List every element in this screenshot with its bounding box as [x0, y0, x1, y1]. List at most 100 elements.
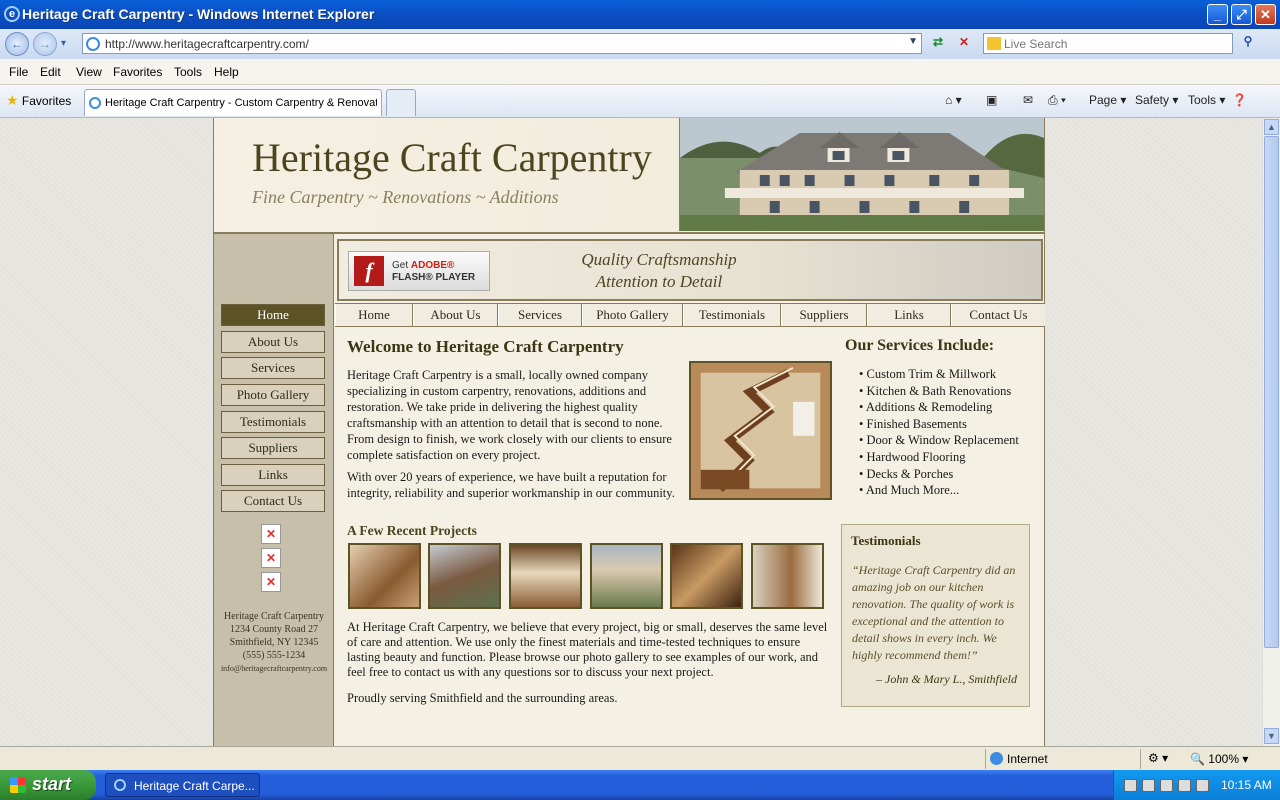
project-thumbnail[interactable] [670, 543, 743, 609]
read-mail-icon[interactable]: ✉ [1023, 93, 1033, 107]
window-title: Heritage Craft Carpentry - Windows Inter… [22, 6, 375, 22]
status-bar: Internet ⚙ ▾ 🔍 100% ▾ [0, 746, 1280, 770]
sidenav-suppliers[interactable]: Suppliers [221, 437, 325, 459]
home-icon[interactable]: ⌂ ▾ [945, 93, 962, 107]
close-button[interactable]: ✕ [1255, 4, 1276, 25]
refresh-icon[interactable]: ⇄ [928, 35, 948, 53]
print-icon[interactable]: ⎙ ▾ [1048, 93, 1066, 108]
list-item: • Door & Window Replacement [859, 433, 1019, 448]
menu-file[interactable]: File [9, 65, 28, 79]
project-thumbnail[interactable] [348, 543, 421, 609]
scroll-up-icon[interactable]: ▲ [1264, 119, 1279, 135]
project-thumbnail[interactable] [509, 543, 582, 609]
topnav-photo-gallery[interactable]: Photo Gallery [582, 304, 683, 326]
topnav-home[interactable]: Home [335, 304, 413, 326]
menu-help[interactable]: Help [214, 65, 239, 79]
testimonial-quote: “Heritage Craft Carpentry did an amazing… [852, 563, 1016, 662]
search-icon[interactable]: ⚲ [1238, 34, 1258, 54]
scrollbar-thumb[interactable] [1264, 136, 1279, 648]
site-tagline: Fine Carpentry ~ Renovations ~ Additions [252, 187, 559, 207]
site-title: Heritage Craft Carpentry [252, 135, 652, 180]
sidebar-address: Heritage Craft Carpentry 1234 County Roa… [214, 610, 334, 675]
safety-menu[interactable]: Safety ▾ [1135, 93, 1178, 107]
body-paragraph-4: Proudly serving Smithfield and the surro… [347, 691, 618, 705]
sidenav-services[interactable]: Services [221, 357, 325, 379]
sidenav-about-us[interactable]: About Us [221, 331, 325, 353]
testimonials-box: Testimonials “Heritage Craft Carpentry d… [841, 524, 1030, 707]
topnav-links[interactable]: Links [867, 304, 951, 326]
favorites-label: Favorites [21, 94, 72, 108]
taskbar-item-ie[interactable]: Heritage Craft Carpe... [105, 773, 260, 797]
search-input[interactable] [1004, 36, 1229, 51]
menu-favorites[interactable]: Favorites [113, 65, 162, 79]
zoom-label: 100% [1208, 752, 1239, 766]
list-item: • And Much More... [859, 483, 960, 498]
tray-app-icon[interactable] [1124, 779, 1137, 792]
address-phone: (555) 555-1234 [242, 650, 306, 661]
banner: f Get ADOBE® FLASH® PLAYER Quality Craft… [337, 239, 1043, 301]
tab-active[interactable]: Heritage Craft Carpentry - Custom Carpen… [84, 89, 382, 116]
maximize-button[interactable]: ⤢ [1231, 4, 1252, 25]
project-thumbnail[interactable] [751, 543, 824, 609]
menu-view[interactable]: View [76, 65, 102, 79]
get-flash-player-button[interactable]: f Get ADOBE® FLASH® PLAYER [348, 251, 490, 291]
globe-icon [990, 752, 1003, 765]
vertical-scrollbar[interactable]: ▲ ▼ [1262, 118, 1280, 746]
banner-slogan: Quality Craftsmanship Attention to Detai… [539, 249, 779, 293]
protected-mode-icon[interactable]: ⚙ ▾ [1148, 751, 1168, 765]
menu-edit[interactable]: Edit [40, 65, 61, 79]
topnav-about-us[interactable]: About Us [413, 304, 498, 326]
minimize-button[interactable]: _ [1207, 4, 1228, 25]
services-list: • Custom Trim & Millwork • Kitchen & Bat… [859, 367, 1019, 500]
sidenav-contact-us[interactable]: Contact Us [221, 490, 325, 512]
ie-logo-icon: e [4, 6, 20, 22]
sidenav-photo-gallery[interactable]: Photo Gallery [221, 384, 325, 406]
tools-menu[interactable]: Tools ▾ [1188, 93, 1225, 107]
project-thumbnail[interactable] [590, 543, 663, 609]
sidenav-home[interactable]: Home [221, 304, 325, 326]
favorites-star-icon: ★ [6, 92, 19, 108]
testimonials-heading: Testimonials [851, 533, 921, 548]
broken-image-icon: ✕ [261, 548, 281, 568]
feeds-icon[interactable]: ▣ [986, 93, 997, 107]
back-button[interactable]: ← [5, 32, 29, 56]
list-item: • Decks & Porches [859, 466, 954, 481]
new-tab-button[interactable] [386, 89, 416, 116]
broken-image-icon: ✕ [261, 524, 281, 544]
scroll-down-icon[interactable]: ▼ [1264, 728, 1279, 744]
start-button[interactable]: start [0, 770, 96, 800]
address-street: 1234 County Road 27 [229, 624, 319, 635]
zoom-level[interactable]: 🔍 100% ▾ [1190, 752, 1248, 766]
address-city: Smithfield, NY 12345 [229, 637, 319, 648]
address-url[interactable]: http://www.heritagecraftcarpentry.com/ [105, 37, 309, 51]
sidenav-links[interactable]: Links [221, 464, 325, 486]
topnav-contact-us[interactable]: Contact Us [951, 304, 1045, 326]
sidenav-testimonials[interactable]: Testimonials [221, 411, 325, 433]
tray-app-icon[interactable] [1196, 779, 1209, 792]
tray-app-icon[interactable] [1178, 779, 1191, 792]
security-zone: Internet [990, 752, 1048, 766]
menu-tools[interactable]: Tools [174, 65, 202, 79]
topnav-testimonials[interactable]: Testimonials [683, 304, 781, 326]
address-bar[interactable]: http://www.heritagecraftcarpentry.com/ ▼ [82, 33, 922, 54]
staircase-photo [689, 361, 832, 500]
address-dropdown-icon[interactable]: ▼ [908, 36, 918, 47]
stop-icon[interactable]: ✕ [954, 35, 974, 53]
list-item: • Hardwood Flooring [859, 449, 966, 464]
address-toolbar: ← → ▾ http://www.heritagecraftcarpentry.… [0, 29, 1280, 59]
recent-pages-dropdown-icon[interactable]: ▾ [61, 38, 66, 49]
project-thumbnail[interactable] [428, 543, 501, 609]
tray-app-icon[interactable] [1142, 779, 1155, 792]
page-menu[interactable]: Page ▾ [1089, 93, 1126, 107]
forward-button[interactable]: → [33, 32, 57, 56]
search-box[interactable] [983, 33, 1233, 54]
topnav-suppliers[interactable]: Suppliers [781, 304, 867, 326]
clock: 10:15 AM [1221, 778, 1272, 792]
house-photo [679, 118, 1044, 231]
welcome-paragraph-1: Heritage Craft Carpentry is a small, loc… [347, 368, 672, 462]
help-icon[interactable]: ❓ [1232, 93, 1247, 107]
favorites-button[interactable]: ★ Favorites [6, 92, 71, 109]
address-email[interactable]: info@heritagecraftcarpentry.com [214, 662, 334, 675]
topnav-services[interactable]: Services [498, 304, 582, 326]
tray-app-icon[interactable] [1160, 779, 1173, 792]
